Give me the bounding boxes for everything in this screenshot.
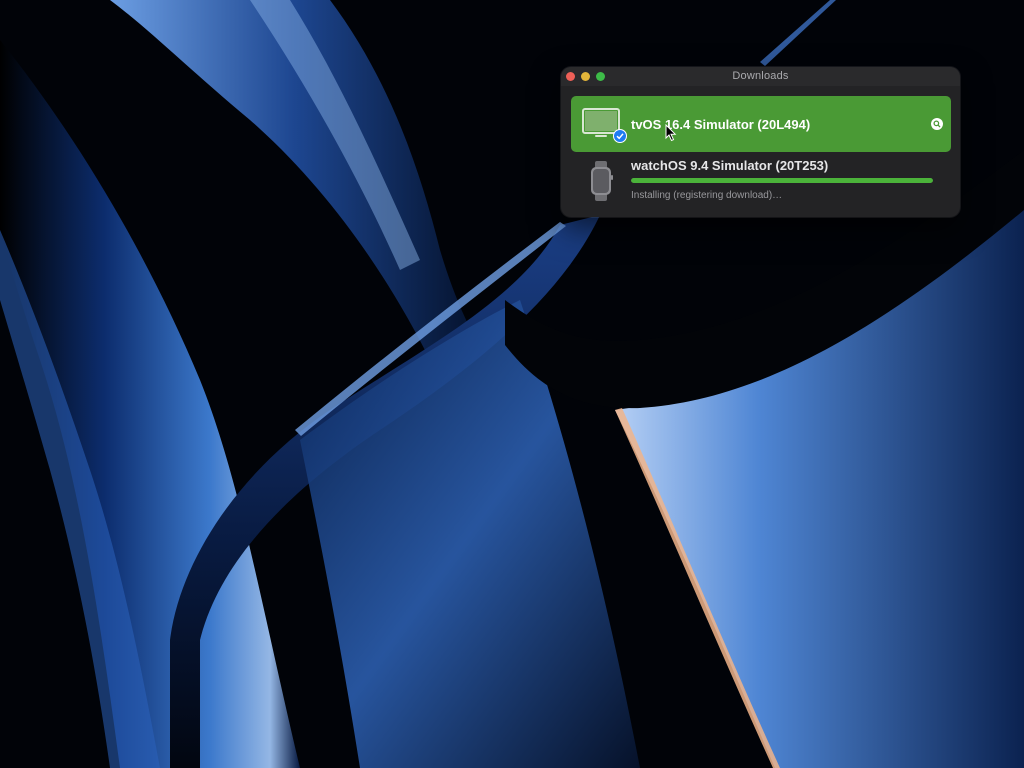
apple-watch-icon (591, 161, 613, 201)
magnifying-glass-icon (933, 120, 941, 128)
download-item-tvos[interactable]: tvOS 16.4 Simulator (20L494) (571, 96, 951, 152)
download-title: watchOS 9.4 Simulator (20T253) (631, 158, 829, 173)
download-status: Installing (registering download)… (631, 190, 783, 201)
desktop: Downloads tvOS 16.4 Simulator (20L494) w… (0, 0, 1024, 768)
download-progress-bar (631, 178, 933, 183)
mouse-pointer-icon (665, 124, 677, 142)
reveal-in-finder-button[interactable] (931, 118, 943, 130)
window-title: Downloads (732, 70, 789, 82)
download-item-watchos[interactable]: watchOS 9.4 Simulator (20T253) Installin… (571, 155, 951, 209)
installed-checkmark-icon (613, 129, 627, 143)
download-title: tvOS 16.4 Simulator (20L494) (631, 117, 811, 132)
downloads-window: Downloads tvOS 16.4 Simulator (20L494) w… (561, 67, 960, 217)
window-titlebar[interactable]: Downloads (561, 67, 960, 86)
progress-fill (631, 178, 933, 183)
